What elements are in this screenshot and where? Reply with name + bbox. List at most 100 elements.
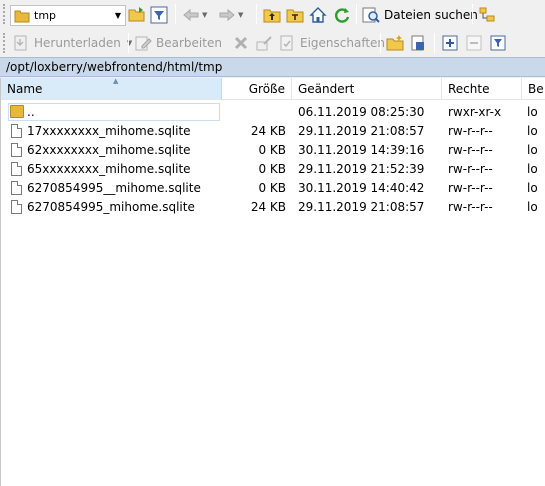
toolbar-grip[interactable]	[3, 33, 6, 53]
home-button[interactable]	[309, 3, 327, 27]
edit-button[interactable]: Bearbeiten	[134, 31, 222, 55]
new-folder-icon	[386, 34, 404, 52]
chevron-down-icon[interactable]: ▼	[202, 11, 207, 19]
refresh-icon	[333, 6, 351, 24]
file-size: 24 KB	[250, 200, 286, 214]
parent-directory-button[interactable]	[263, 3, 281, 27]
file-rights: rw-r--r--	[448, 181, 493, 195]
forward-arrow-icon	[218, 6, 236, 24]
column-header-rights[interactable]: Rechte	[442, 78, 522, 100]
properties-button[interactable]: Eigenschaften	[278, 31, 385, 55]
file-modified: 29.11.2019 21:08:57	[298, 200, 425, 214]
column-header-owner-label: Be	[528, 81, 544, 96]
download-label: Herunterladen	[34, 36, 121, 50]
sort-ascending-icon: ▲	[113, 77, 119, 85]
root-folder-icon	[286, 6, 304, 24]
tree-view-icon	[478, 6, 496, 24]
refresh-button[interactable]	[333, 3, 351, 27]
delete-button[interactable]	[232, 31, 250, 55]
back-button[interactable]: ▼	[182, 3, 207, 27]
file-modified: 06.11.2019 08:25:30	[298, 105, 425, 119]
toolbar-separator	[175, 4, 176, 24]
table-row[interactable]: 65xxxxxxxx_mihome.sqlite 0 KB 29.11.2019…	[1, 160, 545, 179]
tree-view-button[interactable]	[478, 3, 496, 27]
column-header-modified-label: Geändert	[298, 81, 355, 96]
focus-rectangle	[8, 103, 220, 121]
rename-icon	[255, 34, 273, 52]
chevron-down-icon[interactable]: ▼	[111, 11, 125, 20]
file-size: 24 KB	[250, 124, 286, 138]
forward-button[interactable]: ▼	[218, 3, 243, 27]
properties-label: Eigenschaften	[300, 36, 386, 50]
table-row[interactable]: 6270854995_mihome.sqlite 24 KB 29.11.201…	[1, 198, 545, 217]
properties-icon	[278, 34, 296, 52]
column-header-name[interactable]: ▲ Name	[1, 77, 222, 100]
filter-button[interactable]	[150, 3, 168, 27]
new-file-icon	[409, 34, 427, 52]
file-name: ..	[27, 105, 35, 119]
parent-folder-icon	[263, 6, 281, 24]
root-directory-button[interactable]	[286, 3, 304, 27]
file-owner: lo	[527, 162, 538, 176]
toolbar-separator	[356, 4, 357, 24]
file-list[interactable]: ▲ Name Größe Geändert Rechte Be .. 06.11…	[0, 77, 545, 486]
toolbar-grip[interactable]	[3, 4, 6, 24]
file-owner: lo	[527, 200, 538, 214]
column-header-size-label: Größe	[248, 81, 285, 96]
new-file-button[interactable]	[409, 31, 427, 55]
plus-icon	[441, 34, 459, 52]
toolbar-separator	[256, 4, 257, 24]
directory-dropdown[interactable]: tmp ▼	[10, 5, 126, 26]
open-folder-button[interactable]	[128, 3, 146, 27]
toolbar-file-actions: Herunterladen ▼ Bearbeiten Eigenschaften	[0, 29, 545, 57]
edit-icon	[134, 34, 152, 52]
file-icon	[11, 124, 22, 138]
file-rights: rw-r--r--	[448, 162, 493, 176]
table-row[interactable]: 17xxxxxxxx_mihome.sqlite 24 KB 29.11.201…	[1, 122, 545, 141]
file-name: 17xxxxxxxx_mihome.sqlite	[27, 124, 191, 138]
find-files-button[interactable]: Dateien suchen	[362, 3, 478, 27]
directory-value: tmp	[34, 9, 57, 22]
file-modified: 30.11.2019 14:40:42	[298, 181, 425, 195]
file-name: 65xxxxxxxx_mihome.sqlite	[27, 162, 191, 176]
chevron-down-icon[interactable]: ▼	[238, 11, 243, 19]
download-icon	[12, 34, 30, 52]
file-rights: rwxr-xr-x	[448, 105, 502, 119]
file-name: 6270854995_mihome.sqlite	[27, 200, 195, 214]
current-path: /opt/loxberry/webfrontend/html/tmp	[6, 60, 223, 74]
download-button[interactable]: Herunterladen ▼	[12, 31, 132, 55]
table-row[interactable]: 6270854995__mihome.sqlite 0 KB 30.11.201…	[1, 179, 545, 198]
minus-icon	[465, 34, 483, 52]
toolbar-separator	[380, 33, 381, 53]
rename-button[interactable]	[255, 31, 273, 55]
file-owner: lo	[527, 105, 538, 119]
file-owner: lo	[527, 181, 538, 195]
new-folder-button[interactable]	[386, 31, 404, 55]
filter-icon	[150, 6, 168, 24]
file-name: 62xxxxxxxx_mihome.sqlite	[27, 143, 191, 157]
current-path-bar[interactable]: /opt/loxberry/webfrontend/html/tmp	[0, 57, 545, 77]
toolbar-separator	[128, 33, 129, 53]
table-row[interactable]: 62xxxxxxxx_mihome.sqlite 0 KB 30.11.2019…	[1, 141, 545, 160]
folder-icon	[14, 9, 30, 23]
file-name: 6270854995__mihome.sqlite	[27, 181, 201, 195]
column-header-rights-label: Rechte	[448, 81, 490, 96]
select-button[interactable]	[441, 31, 459, 55]
filter-icon	[489, 34, 507, 52]
column-header-modified[interactable]: Geändert	[292, 78, 442, 100]
filter-mask-button[interactable]	[489, 31, 507, 55]
file-rights: rw-r--r--	[448, 200, 493, 214]
file-owner: lo	[527, 124, 538, 138]
find-files-label: Dateien suchen	[384, 8, 478, 22]
column-header-owner[interactable]: Be	[522, 78, 545, 100]
table-row-parent[interactable]: .. 06.11.2019 08:25:30 rwxr-xr-x lo	[1, 103, 545, 122]
delete-icon	[232, 34, 250, 52]
file-modified: 29.11.2019 21:52:39	[298, 162, 425, 176]
search-icon	[362, 6, 380, 24]
file-icon	[11, 143, 22, 157]
deselect-button[interactable]	[465, 31, 483, 55]
file-size: 0 KB	[258, 181, 286, 195]
file-size: 0 KB	[258, 162, 286, 176]
parent-folder-icon	[10, 105, 24, 118]
column-header-size[interactable]: Größe	[222, 78, 292, 100]
